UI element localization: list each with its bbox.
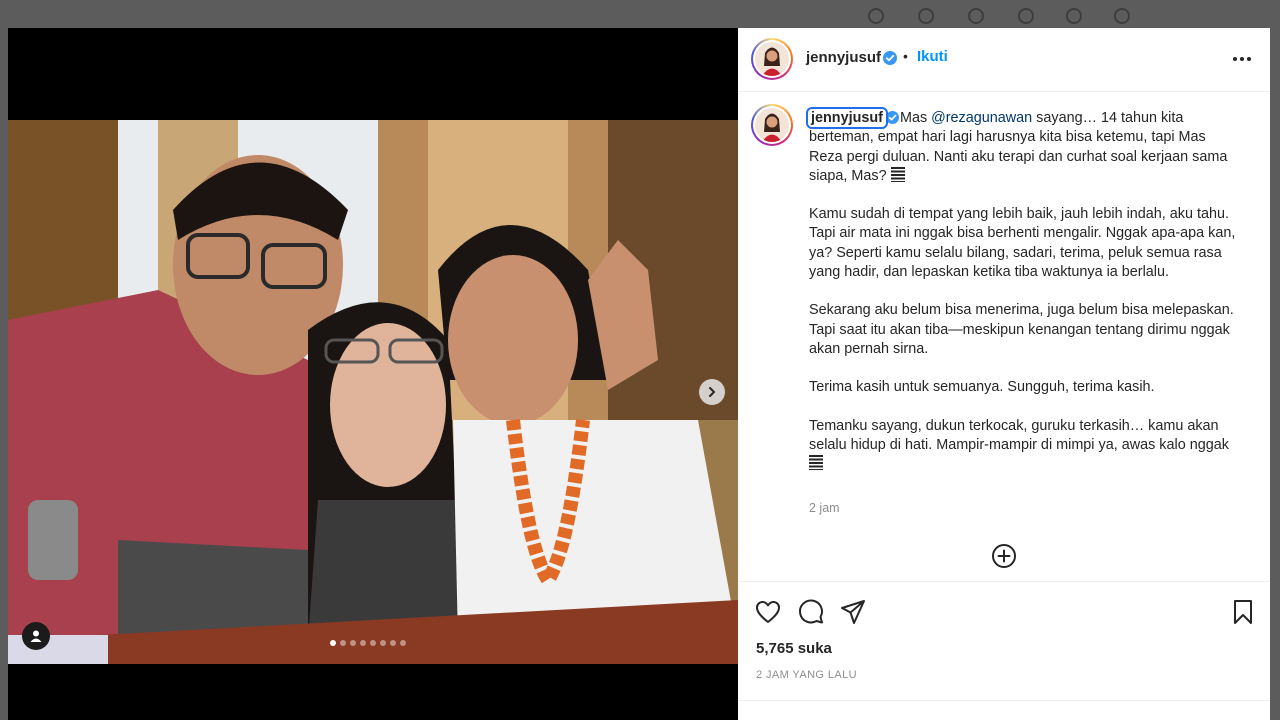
- avatar-image: [755, 42, 789, 76]
- home-icon: [868, 8, 884, 24]
- caption-paragraph: Kamu sudah di tempat yang lebih baik, ja…: [809, 206, 1236, 281]
- emoji-icon: [809, 455, 823, 471]
- activity-icon: [1066, 8, 1082, 24]
- post-sidebar: jennyjusuf • Ikuti jennyjusuf Mas @rezagu…: [738, 28, 1270, 720]
- post-timestamp[interactable]: 2 JAM YANG LALU: [756, 669, 857, 681]
- chevron-right-icon: [709, 387, 715, 397]
- background-page: [0, 28, 8, 720]
- comment-icon[interactable]: [797, 598, 825, 626]
- post-author-username[interactable]: jennyjusuf: [806, 49, 881, 66]
- caption-paragraph: jennyjusuf Mas @rezagunawan sayang… 14 ta…: [806, 107, 1237, 186]
- tagged-users-button[interactable]: [22, 622, 50, 650]
- bookmark-icon[interactable]: [1229, 598, 1257, 626]
- share-icon[interactable]: [839, 598, 867, 626]
- caption-username[interactable]: jennyjusuf: [806, 107, 888, 129]
- caption-timestamp[interactable]: 2 jam: [809, 501, 840, 515]
- add-circle-icon[interactable]: [991, 543, 1017, 569]
- caption-text: Mas: [899, 110, 932, 126]
- post-media[interactable]: [8, 28, 738, 720]
- carousel-dot: [390, 640, 396, 646]
- new-post-icon: [968, 8, 984, 24]
- like-count[interactable]: 5,765 suka: [756, 640, 832, 657]
- carousel-dot: [400, 640, 406, 646]
- avatar[interactable]: [751, 38, 793, 80]
- caption-paragraph: Sekarang aku belum bisa menerima, juga b…: [809, 302, 1234, 357]
- caption-paragraph: Terima kasih untuk semuanya. Sungguh, te…: [809, 379, 1155, 396]
- messenger-icon: [918, 8, 934, 24]
- post-actions: [738, 581, 1270, 641]
- mention-link[interactable]: @rezagunawan: [931, 110, 1032, 126]
- carousel-dot: [380, 640, 386, 646]
- next-photo-button[interactable]: [699, 379, 725, 405]
- background-page-right: [1270, 28, 1280, 720]
- post-caption: jennyjusuf Mas @rezagunawan sayang… 14 ta…: [806, 107, 1237, 493]
- carousel-dot: [330, 640, 336, 646]
- heart-icon[interactable]: [754, 598, 782, 626]
- post-photo: [8, 120, 738, 664]
- avatar-image: [755, 108, 789, 142]
- carousel-indicator: [330, 640, 406, 646]
- caption-avatar[interactable]: [751, 104, 793, 146]
- carousel-dot: [350, 640, 356, 646]
- post-header: jennyjusuf • Ikuti: [738, 28, 1270, 92]
- caption-paragraph: Temanku sayang, dukun terkocak, guruku t…: [809, 417, 1237, 475]
- user-tag-icon: [30, 630, 42, 642]
- comment-bar: [738, 700, 1270, 720]
- emoji-icon: [890, 166, 905, 182]
- profile-icon: [1114, 8, 1130, 24]
- carousel-dot: [370, 640, 376, 646]
- separator-dot: •: [903, 48, 908, 64]
- follow-button[interactable]: Ikuti: [917, 48, 948, 65]
- verified-icon: [885, 111, 899, 124]
- explore-icon: [1018, 8, 1034, 24]
- more-icon[interactable]: [1230, 50, 1254, 68]
- caption-text: Temanku sayang, dukun terkocak, guruku t…: [809, 417, 1229, 453]
- carousel-dot: [340, 640, 346, 646]
- verified-icon: [883, 51, 897, 65]
- background-navbar: [0, 0, 1280, 28]
- carousel-dot: [360, 640, 366, 646]
